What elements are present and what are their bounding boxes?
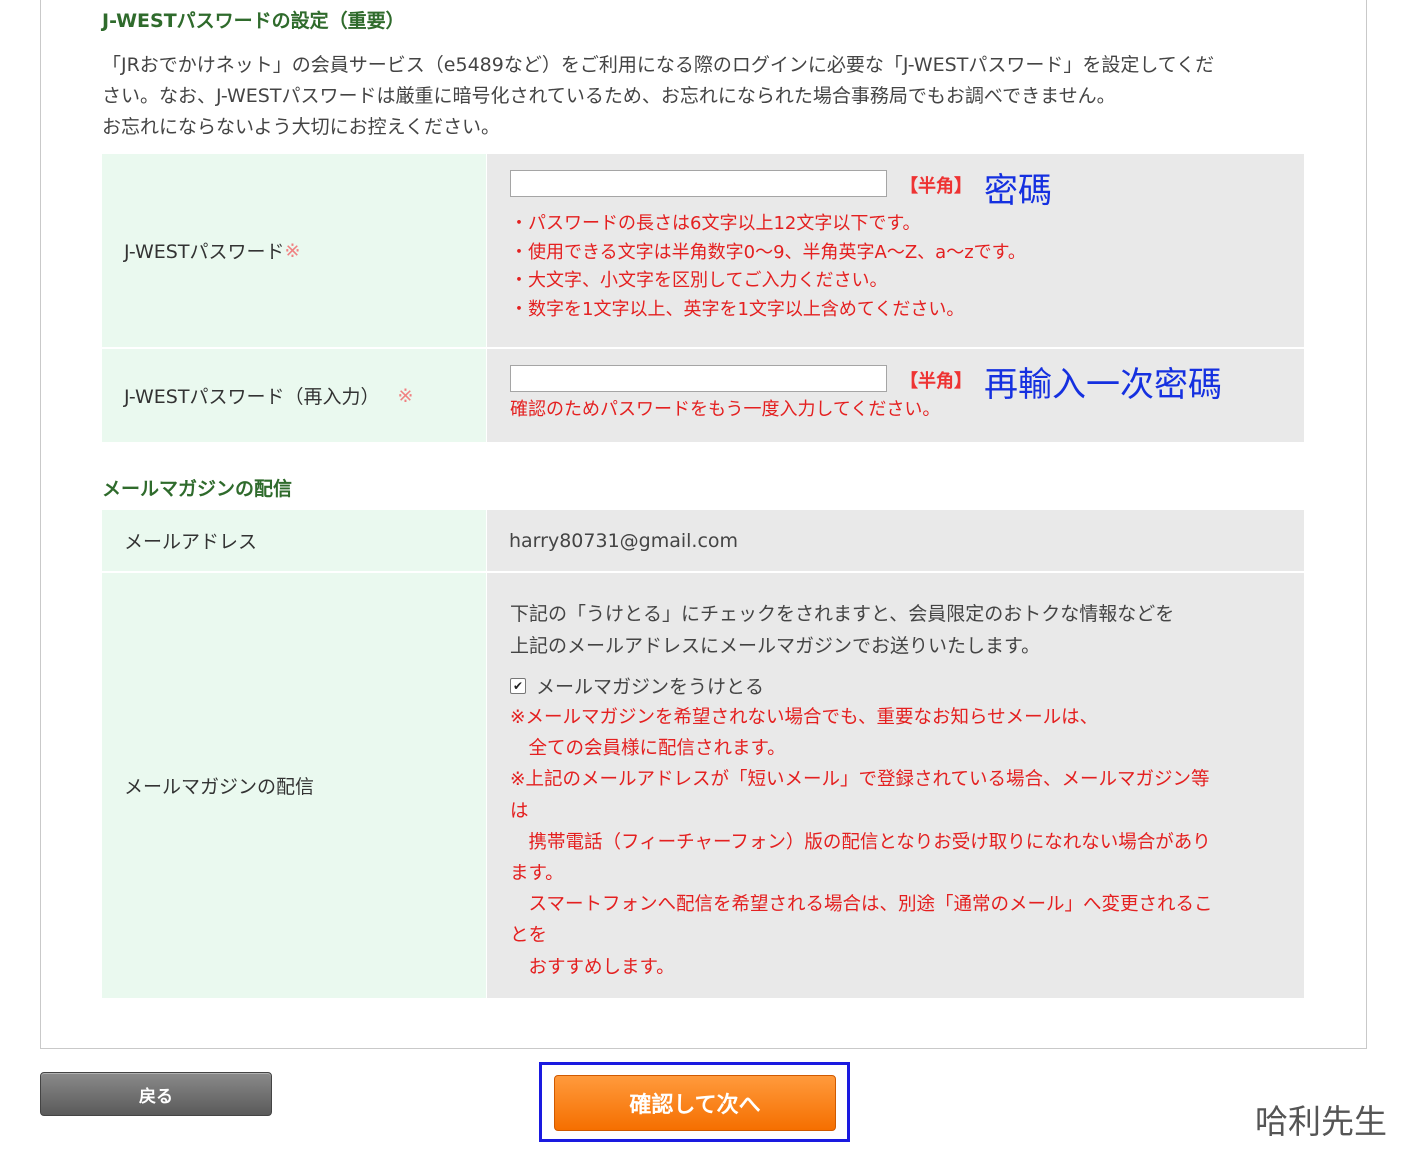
password-rule: ・数字を1文字以上、英字を1文字以上含めてください。 [510,298,965,320]
magazine-description: 下記の「うけとる」にチェックをされますと、会員限定のおトクな情報などを 上記のメ… [510,598,1174,662]
password-rule: ・大文字、小文字を区別してご入力ください。 [510,270,888,291]
magazine-label: メールマガジンの配信 [124,776,315,798]
magazine-note: ます。 [510,863,564,885]
magazine-note: おすすめします。 [510,956,675,978]
magazine-note: は [510,800,529,822]
magazine-note: ※メールマガジンを希望されない場合でも、重要なお知らせメールは、 [510,707,1099,728]
magazine-checkbox[interactable]: ✔ [510,677,526,694]
password-annotation: 密碼 [984,171,1052,211]
mail-section-title: メールマガジンの配信 [102,478,293,500]
hankaku-note: 【半角】 [900,371,972,392]
magazine-desc-line: 上記のメールアドレスにメールマガジンでお送りいたします。 [510,635,1041,657]
email-label-cell: メールアドレス [102,510,486,571]
password-confirm-hint: 確認のためパスワードをもう一度入力してください。 [510,399,941,420]
intro-line: さい。なお、J-WESTパスワードは厳重に暗号化されているため、お忘れになられた… [102,85,1116,107]
magazine-label-cell: メールマガジンの配信 [102,573,486,998]
intro-line: お忘れにならないよう大切にお控えください。 [102,116,501,138]
magazine-checkbox-label[interactable]: メールマガジンをうけとる [536,672,764,699]
password-input[interactable] [510,170,887,197]
confirm-next-button[interactable]: 確認して次へ [554,1075,836,1131]
magazine-notes: ※メールマガジンを希望されない場合でも、重要なお知らせメールは、 全ての会員様に… [510,702,1300,983]
required-mark: ※ [284,239,301,262]
magazine-note: とを [510,925,548,947]
password-confirm-input[interactable] [510,365,887,392]
hankaku-note: 【半角】 [900,176,972,197]
password-section-intro: 「JRおでかけネット」の会員サービス（e5489など）をご利用になる際のログイン… [102,50,1312,143]
password-section-title: J-WESTパスワードの設定（重要） [102,10,405,32]
password-label-cell: J-WESTパスワード ※ [102,154,486,347]
password-confirm-label-cell: J-WESTパスワード（再入力） ※ [102,349,486,442]
password-rule: ・パスワードの長さは6文字以上12文字以下です。 [510,213,921,234]
magazine-desc-line: 下記の「うけとる」にチェックをされますと、会員限定のおトクな情報などを [510,603,1175,625]
email-label: メールアドレス [124,531,258,553]
magazine-note: 全ての会員様に配信されます。 [510,738,786,760]
magazine-checkbox-row[interactable]: ✔ メールマガジンをうけとる [510,672,764,699]
password-label: J-WESTパスワード [124,241,285,263]
watermark: 哈利先生 [1255,1102,1387,1141]
magazine-note: ※上記のメールアドレスが「短いメール」で登録されている場合、メールマガジン等 [510,769,1210,791]
required-mark: ※ [397,384,414,407]
password-rules: ・パスワードの長さは6文字以上12文字以下です。 ・使用できる文字は半角数字0～… [510,210,1026,324]
password-rule: ・使用できる文字は半角数字0～9、半角英字A～Z、a～zです。 [510,241,1026,263]
password-confirm-annotation: 再輸入一次密碼 [984,365,1222,405]
back-button[interactable]: 戻る [40,1072,272,1116]
intro-line: 「JRおでかけネット」の会員サービス（e5489など）をご利用になる際のログイン… [102,54,1215,76]
magazine-note: 携帯電話（フィーチャーフォン）版の配信となりお受け取りになれない場合があり [510,831,1211,853]
email-value: harry80731@gmail.com [509,529,739,552]
password-confirm-label: J-WESTパスワード（再入力） [124,386,380,408]
magazine-note: スマートフォンへ配信を希望される場合は、別途「通常のメール」へ変更されるこ [510,894,1213,916]
email-value-cell: harry80731@gmail.com [487,510,1304,571]
